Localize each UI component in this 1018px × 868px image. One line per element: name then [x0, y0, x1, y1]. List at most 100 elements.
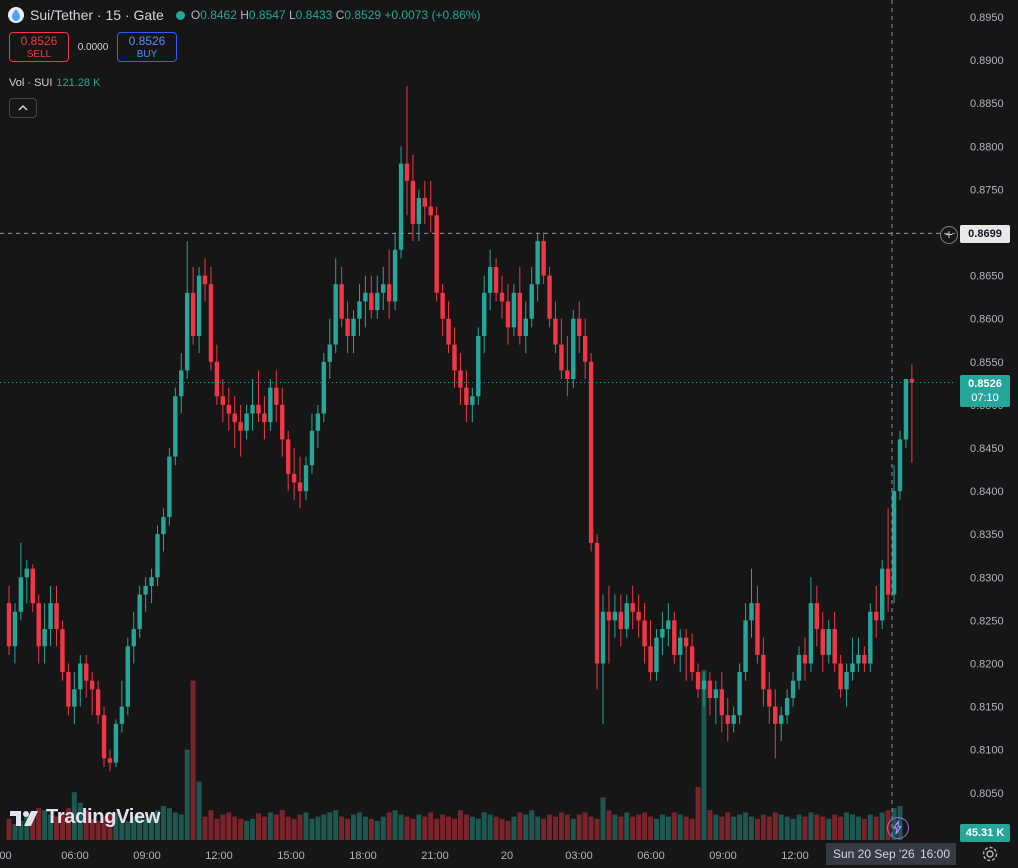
sui-logo-icon — [8, 7, 24, 23]
candle-body — [850, 663, 855, 673]
candle-body — [535, 241, 540, 285]
settings-gear-icon[interactable] — [981, 845, 999, 863]
volume-bar — [214, 818, 220, 840]
tradingview-logo[interactable]: TradingView — [10, 806, 160, 829]
candle-body — [179, 370, 184, 397]
candle-body — [582, 335, 588, 362]
candle-body — [903, 379, 909, 440]
candle-body — [517, 292, 523, 336]
market-open-dot-icon — [175, 10, 185, 20]
time-tick-label: 12:00 — [205, 850, 233, 862]
volume-bar — [695, 786, 701, 840]
low-value: 0.8433 — [295, 8, 333, 22]
volume-bar — [333, 810, 339, 840]
candle-body — [743, 620, 748, 673]
spread-value: 0.0000 — [77, 41, 109, 53]
symbol-title[interactable]: Sui/Tether · 15 · Gate — [30, 7, 164, 23]
volume-bar — [653, 818, 659, 840]
candle-body — [369, 292, 374, 311]
candle-body — [458, 370, 463, 388]
close-value: 0.8529 — [344, 8, 382, 22]
volume-bar — [624, 812, 630, 840]
volume-bar — [279, 810, 285, 840]
volume-bar — [457, 810, 463, 840]
candle-body — [505, 301, 511, 328]
candle-body — [149, 577, 154, 586]
candle-body — [790, 680, 796, 698]
candle-body — [689, 646, 695, 673]
candle-body — [42, 629, 47, 647]
price-tick-label: 0.8350 — [970, 529, 1004, 541]
volume-bar — [838, 816, 844, 840]
candle-body — [72, 689, 77, 707]
volume-bar — [802, 816, 808, 840]
candle-body — [648, 646, 653, 673]
candle-body — [630, 603, 635, 612]
candle-body — [131, 629, 136, 647]
volume-bar — [220, 814, 226, 840]
candle-body — [66, 672, 71, 707]
candle-body — [101, 715, 107, 759]
volume-bar — [588, 816, 594, 840]
volume-bar — [612, 814, 618, 840]
candle-body — [796, 654, 802, 681]
volume-bar — [713, 814, 719, 840]
time-axis[interactable]: :00 06:00 09:00 12:00 15:00 18:00 21:00 20 03:00… — [0, 850, 809, 862]
buy-price: 0.8526 — [128, 34, 166, 48]
volume-bar — [226, 812, 232, 840]
volume-bar — [267, 812, 273, 840]
sell-label: SELL — [26, 49, 52, 60]
candlesticks — [6, 85, 915, 772]
candle-body — [12, 611, 18, 647]
volume-bar — [784, 816, 790, 840]
price-tick-label: 0.8200 — [970, 659, 1004, 671]
time-tick-label: 09:00 — [133, 850, 161, 862]
candle-body — [386, 284, 392, 302]
candle-body — [838, 663, 843, 690]
candle-body — [672, 620, 677, 655]
candle-body — [612, 611, 618, 621]
time-tick-label: 09:00 — [709, 850, 737, 862]
volume-bar — [309, 818, 315, 840]
candle-body — [202, 275, 208, 285]
volume-bar — [535, 816, 541, 840]
volume-bar — [238, 818, 244, 840]
candle-body — [879, 568, 885, 621]
sell-button[interactable]: 0.8526 SELL — [9, 32, 69, 62]
buy-button[interactable]: 0.8526 BUY — [117, 32, 177, 62]
candle-body — [404, 163, 410, 181]
candle-body — [856, 654, 861, 664]
volume-bar — [202, 816, 208, 840]
volume-bar — [849, 814, 855, 840]
volume-bar — [250, 818, 256, 840]
candle-body — [143, 585, 148, 595]
candle-body — [18, 577, 24, 612]
candle-body — [666, 620, 671, 630]
volume-bar — [475, 818, 481, 840]
candle-body — [897, 439, 903, 492]
volume-bar — [766, 816, 772, 840]
volume-bar — [558, 812, 564, 840]
price-tick-label: 0.8300 — [970, 572, 1004, 584]
add-alert-button[interactable]: + — [940, 226, 958, 244]
volume-bar — [345, 818, 351, 840]
lightning-icon[interactable] — [887, 817, 909, 839]
high-value: 0.8547 — [248, 8, 286, 22]
candle-body — [594, 542, 600, 664]
price-chart[interactable]: 0.89500.89000.88500.88000.87500.87000.86… — [0, 0, 1018, 868]
volume-bar — [327, 812, 333, 840]
volume-bar — [434, 818, 440, 840]
volume-bar — [244, 820, 250, 840]
time-tick-label: 15:00 — [277, 850, 305, 862]
volume-bar — [469, 816, 475, 840]
candle-body — [832, 629, 837, 664]
candle-body — [624, 603, 629, 630]
candle-body — [375, 292, 380, 311]
collapse-legend-button[interactable] — [9, 98, 37, 118]
candle-body — [820, 629, 825, 655]
candle-body — [784, 697, 790, 716]
candle-body — [547, 275, 552, 319]
candle-body — [95, 689, 101, 716]
candle-body — [113, 723, 119, 763]
time-tick-label: 21:00 — [421, 850, 449, 862]
